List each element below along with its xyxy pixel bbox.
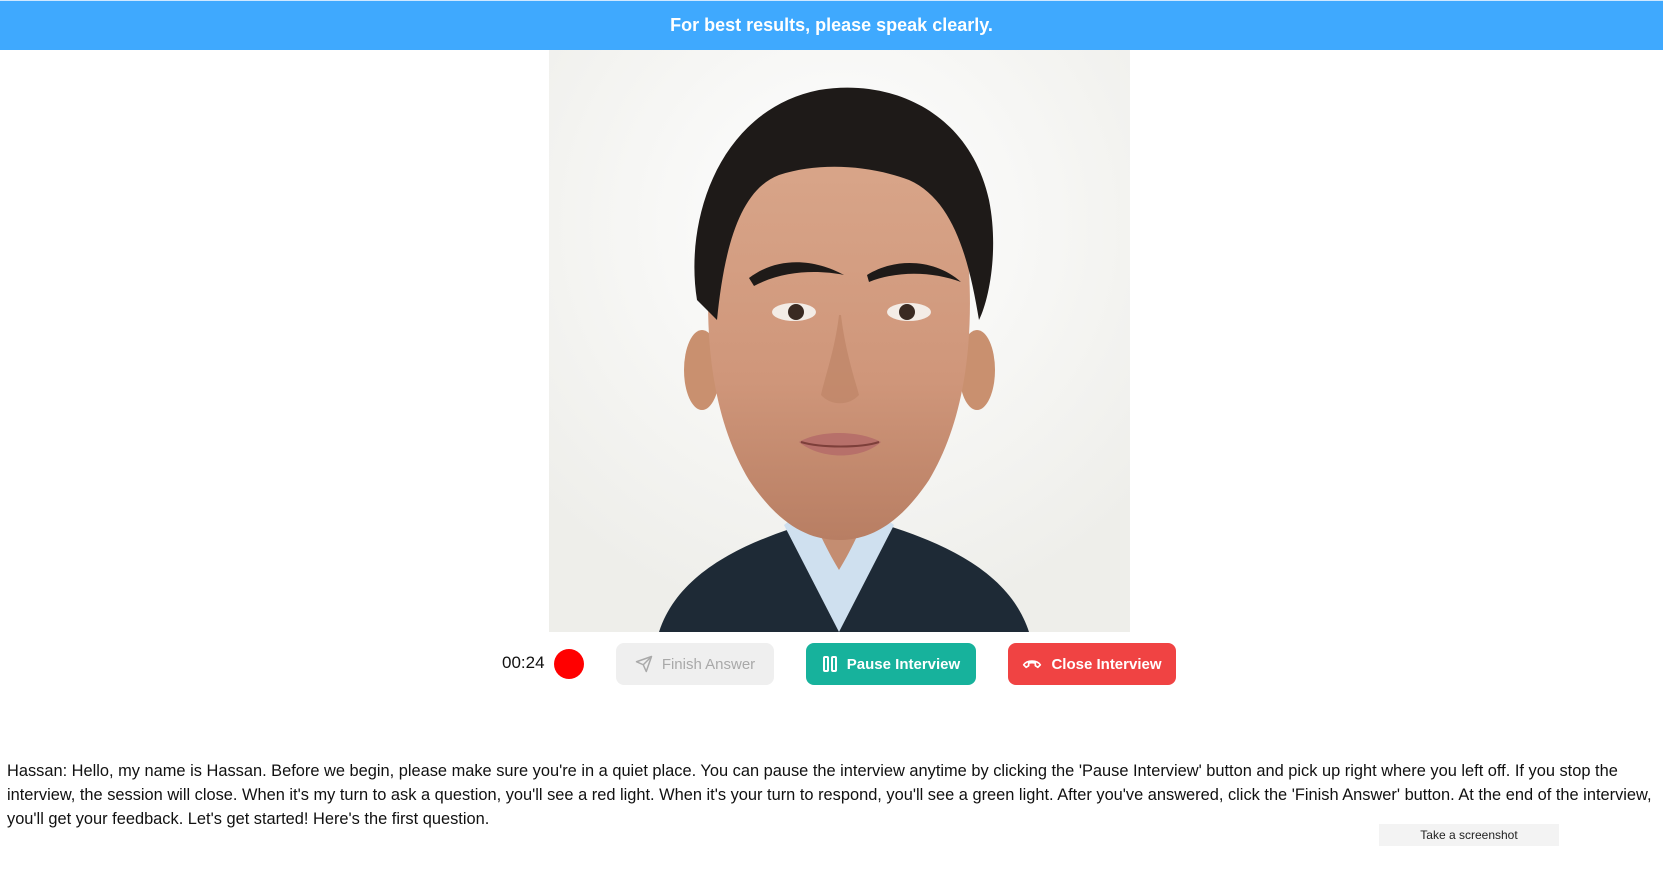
interviewer-video xyxy=(549,50,1130,632)
info-banner: For best results, please speak clearly. xyxy=(0,0,1663,50)
finish-answer-label: Finish Answer xyxy=(661,655,756,673)
recording-indicator xyxy=(554,649,584,679)
interviewer-transcript: Hassan: Hello, my name is Hassan. Before… xyxy=(7,762,1652,828)
take-screenshot-tooltip[interactable]: Take a screenshot xyxy=(1379,824,1559,846)
interviewer-portrait xyxy=(549,50,1130,632)
pause-interview-button[interactable]: Pause Interview xyxy=(806,643,976,685)
close-interview-button[interactable]: Close Interview xyxy=(1008,643,1176,685)
elapsed-timer: 00:24 xyxy=(502,653,545,672)
pause-icon xyxy=(822,655,838,673)
close-interview-label: Close Interview xyxy=(1051,655,1162,673)
banner-text: For best results, please speak clearly. xyxy=(670,15,993,35)
interview-controls: 00:24 Finish Answer Pause Interview Clos… xyxy=(0,643,1663,685)
finish-answer-button[interactable]: Finish Answer xyxy=(616,643,774,685)
hang-up-phone-icon xyxy=(1022,657,1042,671)
pause-interview-label: Pause Interview xyxy=(846,655,961,673)
send-icon xyxy=(635,655,653,673)
tooltip-label: Take a screenshot xyxy=(1420,828,1518,842)
